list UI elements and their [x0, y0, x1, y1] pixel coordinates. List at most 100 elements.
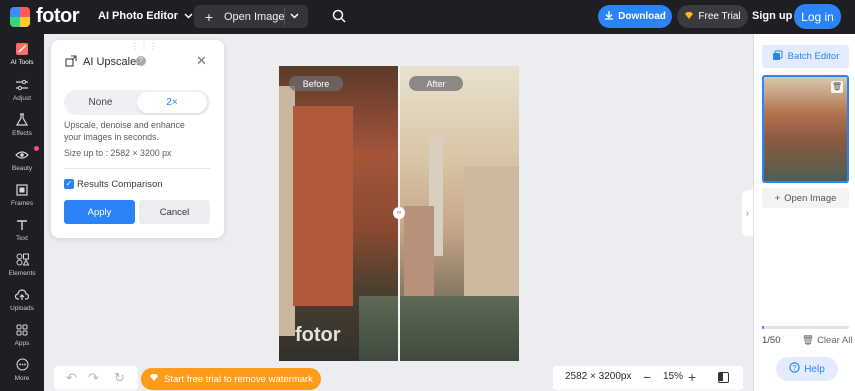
question-icon[interactable]: ?	[136, 56, 146, 66]
image-count: 1/50	[762, 335, 781, 346]
sidebar-item-label: Beauty	[11, 164, 33, 172]
image-thumbnail[interactable]: 🗑	[762, 75, 849, 183]
after-label: After	[409, 76, 463, 91]
image-count-progress	[762, 326, 849, 329]
sidebar-item-label: Effects	[12, 129, 32, 137]
zoom-level[interactable]: 15%	[663, 371, 683, 382]
sidebar-item-label: Apps	[14, 339, 30, 347]
sidebar-item-more[interactable]: More	[0, 352, 44, 387]
watermark: fotor	[295, 324, 341, 346]
sidebar-item-elements[interactable]: Elements	[0, 247, 44, 282]
building-shape	[293, 106, 353, 306]
sidebar-item-label: More	[14, 374, 30, 382]
upload-icon	[15, 288, 29, 302]
image-count-progress-fill	[762, 326, 764, 329]
top-bar: fotor AI Photo Editor + Open Image Downl…	[0, 0, 855, 34]
compare-icon[interactable]	[718, 372, 729, 383]
sidebar-item-apps[interactable]: Apps	[0, 317, 44, 352]
fotor-logo-icon[interactable]	[10, 7, 30, 27]
cancel-button[interactable]: Cancel	[139, 200, 210, 224]
sidebar-item-label: Frames	[10, 199, 34, 207]
clear-all-button[interactable]: 🗑 Clear All	[802, 335, 852, 346]
divider	[64, 168, 210, 169]
zoom-out-icon[interactable]: −	[643, 369, 651, 385]
eye-icon	[15, 148, 29, 162]
left-sidebar: AI Tools Adjust Effects Beauty Frames Te…	[0, 34, 44, 391]
download-button[interactable]: Download	[598, 5, 672, 28]
editor-menu[interactable]: AI Photo Editor	[98, 10, 193, 22]
sidebar-item-uploads[interactable]: Uploads	[0, 282, 44, 317]
text-icon	[15, 218, 29, 232]
trash-icon[interactable]: 🗑	[831, 81, 843, 93]
open-image-button[interactable]: + Open Image	[762, 188, 849, 208]
notification-dot	[34, 146, 39, 151]
close-icon[interactable]: ✕	[196, 53, 207, 69]
sidebar-item-effects[interactable]: Effects	[0, 107, 44, 142]
apps-icon	[15, 323, 29, 337]
free-trial-button[interactable]: Free Trial	[677, 5, 748, 28]
zoom-controls: 2582 × 3200px − 15% +	[553, 366, 743, 390]
option-2x[interactable]: 2×	[137, 92, 207, 113]
diamond-icon	[149, 373, 159, 385]
sidebar-item-adjust[interactable]: Adjust	[0, 72, 44, 107]
sidebar-item-frames[interactable]: Frames	[0, 177, 44, 212]
remove-watermark-label: Start free trial to remove watermark	[164, 373, 313, 385]
more-icon	[15, 358, 29, 372]
divider	[284, 8, 285, 25]
open-image-label: Open Image	[224, 10, 285, 23]
download-icon	[604, 10, 614, 23]
size-limit-text: Size up to : 2582 × 3200 px	[64, 148, 172, 158]
frame-icon	[15, 183, 29, 197]
log-in-button[interactable]: Log in	[794, 4, 841, 29]
layers-icon	[772, 50, 783, 64]
zoom-in-icon[interactable]: +	[688, 369, 696, 385]
option-none[interactable]: None	[64, 90, 137, 115]
history-controls: ↶ ↷ ↻	[54, 366, 138, 390]
comparison-handle-icon[interactable]: ‹›	[393, 207, 405, 219]
sidebar-item-text[interactable]: Text	[0, 212, 44, 247]
plus-icon: +	[204, 8, 214, 25]
apply-button[interactable]: Apply	[64, 200, 135, 224]
sidebar-item-label: Adjust	[12, 94, 32, 102]
undo-icon[interactable]: ↶	[66, 370, 77, 386]
redo-icon[interactable]: ↷	[88, 370, 99, 386]
batch-editor-button[interactable]: Batch Editor	[762, 45, 849, 68]
chevron-down-icon[interactable]	[290, 8, 299, 27]
reset-icon[interactable]: ↻	[114, 370, 125, 386]
sidebar-item-beauty[interactable]: Beauty	[0, 142, 44, 177]
download-label: Download	[618, 11, 666, 22]
help-button[interactable]: ? Help	[776, 357, 838, 381]
image-dimensions: 2582 × 3200px	[565, 371, 632, 382]
sign-up-link[interactable]: Sign up	[752, 10, 792, 22]
editor-menu-label: AI Photo Editor	[98, 10, 179, 22]
plus-icon: +	[774, 192, 781, 204]
remove-watermark-button[interactable]: Start free trial to remove watermark	[141, 368, 321, 390]
canal-water	[359, 296, 519, 361]
chevron-down-icon	[184, 10, 193, 22]
clear-all-label: Clear All	[817, 335, 853, 346]
before-label: Before	[289, 76, 343, 91]
logo-text[interactable]: fotor	[36, 5, 80, 28]
results-comparison-label[interactable]: Results Comparison	[77, 179, 163, 190]
free-trial-label: Free Trial	[698, 11, 741, 22]
sidebar-item-ai-tools[interactable]: AI Tools	[0, 36, 44, 71]
sliders-icon	[15, 78, 29, 92]
sidebar-item-label: Elements	[8, 269, 36, 277]
canvas-image[interactable]: ‹› Before After fotor	[279, 66, 519, 361]
upscaler-icon	[65, 55, 77, 70]
search-icon[interactable]	[332, 9, 346, 26]
panel-title: AI Upscaler	[83, 56, 140, 68]
drag-handle-icon[interactable]: ⋮⋮⋮	[131, 42, 158, 51]
right-panel: Batch Editor 🗑 + Open Image 1/50 🗑 Clear…	[753, 34, 855, 391]
svg-text:?: ?	[793, 365, 797, 372]
open-image-button[interactable]: + Open Image	[194, 5, 308, 28]
chevron-right-icon[interactable]: ›	[742, 190, 753, 236]
sidebar-item-label: Uploads	[10, 304, 34, 312]
ai-tools-icon	[15, 42, 29, 56]
description-text: Upscale, denoise and enhance your images…	[64, 120, 185, 142]
open-image-label: Open Image	[784, 192, 837, 204]
results-comparison-checkbox[interactable]: ✓	[64, 179, 74, 189]
ai-upscaler-panel: ⋮⋮⋮ AI Upscaler ? ✕ None 2× Upscale, den…	[51, 40, 224, 238]
trash-icon: 🗑	[802, 335, 815, 346]
scale-toggle: None 2×	[64, 90, 210, 115]
